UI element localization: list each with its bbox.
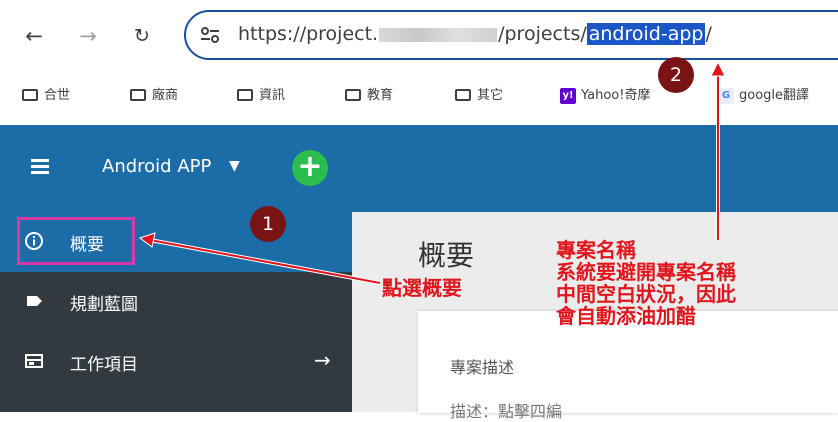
caret-down-icon[interactable]: ▼ — [229, 158, 240, 174]
back-arrow-icon[interactable]: ← — [22, 24, 46, 48]
url-suffix: / — [705, 23, 712, 45]
browser-toolbar: ← → ↻ https://project. /projects/android-… — [0, 0, 838, 72]
add-button[interactable]: + — [292, 150, 328, 186]
sidebar-item-work-items[interactable]: 工作項目 → — [0, 332, 352, 392]
annotation-click-overview: 點選概要 — [382, 276, 462, 300]
site-settings-icon[interactable] — [200, 26, 220, 44]
tag-icon — [27, 296, 42, 306]
annotation-project-name-line3: 中間空白狀況，因此 — [556, 282, 736, 306]
bookmark-folder[interactable]: 資訊 — [237, 85, 285, 107]
url-prefix: https://project. — [238, 23, 379, 45]
folder-icon — [455, 88, 471, 101]
annotation-project-name-line2: 系統要避開專案名稱 — [556, 260, 736, 284]
project-selector[interactable]: Android APP — [102, 156, 211, 177]
bookmarks-bar: 合世 廠商 資訊 教育 其它 y! Yahoo!奇摩 Ggoogle翻譯 — [0, 74, 838, 118]
bookmark-label: google翻譯 — [739, 88, 810, 103]
folder-icon — [22, 88, 38, 101]
sidebar-item-roadmap[interactable]: 規劃藍圖 — [0, 272, 352, 332]
google-translate-icon: G — [718, 87, 734, 104]
folder-icon — [237, 88, 253, 101]
bookmark-label: 廠商 — [152, 88, 179, 103]
right-arrow-icon[interactable]: → — [314, 348, 331, 372]
url-path: /projects/ — [498, 23, 587, 45]
address-bar[interactable]: https://project. /projects/android-app / — [184, 10, 838, 60]
folder-icon — [130, 88, 146, 101]
bookmark-folder[interactable]: 教育 — [345, 85, 393, 107]
annotation-project-name-line4: 會自動添油加醋 — [556, 304, 696, 328]
page-title: 概要 — [418, 239, 475, 272]
bookmark-google-translate[interactable]: Ggoogle翻譯 — [718, 85, 809, 107]
sidebar-item-label: 規劃藍圖 — [70, 295, 138, 315]
step-marker-2: 2 — [658, 57, 694, 93]
bookmark-label: 資訊 — [259, 88, 286, 103]
bookmark-yahoo[interactable]: y! Yahoo!奇摩 — [560, 85, 650, 107]
card-content-partial: 描述：點擊四編 — [450, 402, 563, 421]
bookmark-folder[interactable]: 廠商 — [130, 85, 178, 107]
bookmark-folder[interactable]: 其它 — [455, 85, 503, 107]
app-header: Android APP ▼ + — [0, 125, 838, 212]
step-marker-1: 1 — [250, 206, 286, 242]
url-selected-slug: android-app — [586, 23, 706, 45]
sidebar-item-label: 工作項目 — [70, 355, 138, 375]
annotation-project-name-line1: 專案名稱 — [556, 238, 636, 262]
redacted-domain — [379, 27, 498, 42]
yahoo-icon: y! — [560, 87, 576, 104]
folder-icon — [345, 88, 361, 101]
highlight-box — [17, 217, 135, 265]
bookmark-label: Yahoo!奇摩 — [581, 88, 651, 103]
bookmark-label: 合世 — [44, 88, 71, 103]
forward-arrow-icon[interactable]: → — [76, 24, 100, 48]
bookmark-label: 教育 — [367, 88, 394, 103]
board-icon — [25, 354, 43, 368]
hamburger-menu-icon[interactable] — [31, 159, 49, 174]
url-text[interactable]: https://project. /projects/android-app / — [238, 23, 712, 45]
reload-icon[interactable]: ↻ — [130, 24, 154, 48]
bookmark-folder[interactable]: 合世 — [22, 85, 70, 107]
bookmark-label: 其它 — [477, 88, 504, 103]
card-title: 專案描述 — [450, 358, 515, 377]
